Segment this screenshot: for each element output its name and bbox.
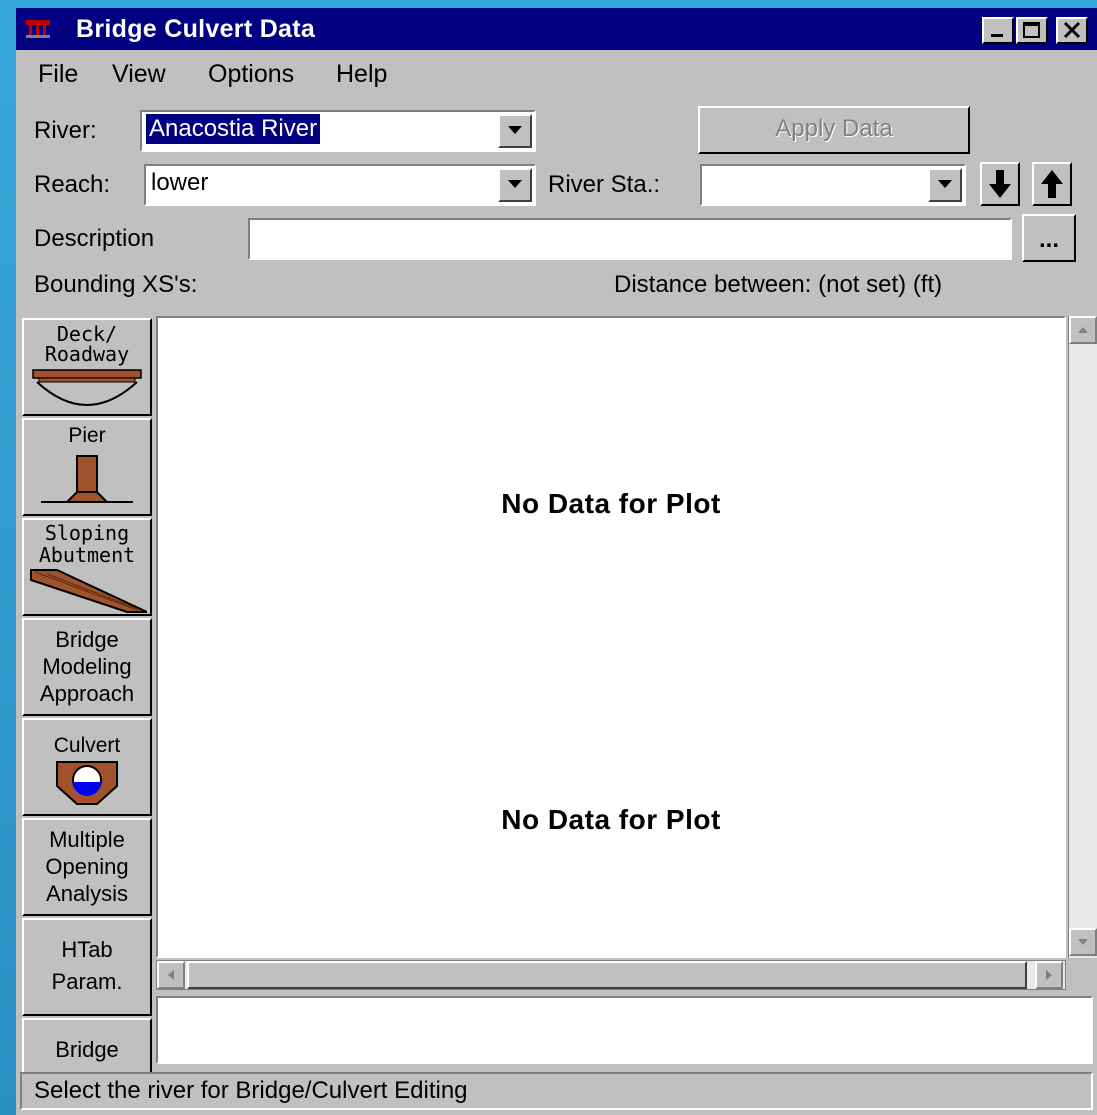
river-sta-dropdown-button[interactable] — [928, 168, 962, 202]
downstream-plot-message: No Data for Plot — [501, 804, 721, 835]
deck-roadway-icon — [32, 369, 142, 406]
culvert-icon — [56, 761, 118, 805]
status-text: Select the river for Bridge/Culvert Edit… — [34, 1077, 468, 1104]
bridge-design-button[interactable]: Bridge — [22, 1018, 152, 1078]
scroll-left-arrow-icon — [168, 970, 174, 980]
message-box[interactable] — [156, 996, 1093, 1064]
bridge-app-icon[interactable] — [26, 18, 50, 40]
htab-param-button[interactable]: HTab Param. — [22, 918, 152, 1016]
next-station-up-button[interactable] — [1032, 162, 1072, 206]
menu-options[interactable]: Options — [208, 54, 294, 94]
scroll-down-arrow-icon — [1078, 939, 1088, 945]
culvert-button[interactable]: Culvert — [22, 718, 152, 816]
close-icon — [1063, 21, 1081, 39]
vertical-scrollbar[interactable] — [1068, 316, 1097, 958]
deck-roadway-label: Deck/ Roadway — [44, 322, 130, 366]
plot-area[interactable]: No Data for Plot No Data for Plot — [156, 316, 1066, 958]
river-label: River: — [34, 117, 97, 144]
htab-param-label: HTab Param. — [51, 937, 123, 994]
reach-label: Reach: — [34, 171, 111, 198]
river-sta-label: River Sta.: — [548, 171, 661, 198]
arrow-up-icon — [1041, 170, 1063, 198]
sloping-abutment-label: Sloping Abutment — [38, 521, 136, 567]
sloping-abutment-button[interactable]: Sloping Abutment — [22, 518, 152, 616]
bridge-modeling-approach-button[interactable]: Bridge Modeling Approach — [22, 618, 152, 716]
title-bar[interactable]: Bridge Culvert Data — [16, 8, 1097, 50]
description-label: Description — [34, 225, 155, 252]
upstream-plot-message: No Data for Plot — [501, 488, 721, 519]
multiple-opening-analysis-button[interactable]: Multiple Opening Analysis — [22, 818, 152, 916]
reach-value: lower — [151, 169, 209, 196]
river-sta-combobox[interactable] — [700, 164, 966, 206]
chevron-down-icon — [508, 126, 522, 134]
river-value: Anacostia River — [144, 113, 322, 145]
multiple-opening-analysis-label: Multiple Opening Analysis — [45, 827, 129, 906]
description-field[interactable] — [248, 218, 1012, 260]
scroll-down-button[interactable] — [1069, 928, 1097, 956]
minimize-button[interactable] — [982, 17, 1014, 44]
chevron-down-icon — [938, 180, 952, 188]
next-station-down-button[interactable] — [980, 162, 1020, 206]
menu-view[interactable]: View — [112, 54, 166, 94]
scroll-up-button[interactable] — [1069, 316, 1097, 344]
window-title: Bridge Culvert Data — [76, 15, 316, 43]
pier-icon — [41, 455, 133, 503]
bridge-design-label: Bridge — [55, 1037, 119, 1062]
deck-roadway-button[interactable]: Deck/ Roadway — [22, 318, 152, 416]
pier-label: Pier — [68, 424, 106, 447]
distance-between-label: Distance between: (not set) (ft) — [614, 271, 943, 298]
maximize-icon — [1023, 22, 1040, 38]
scroll-left-button[interactable] — [157, 961, 185, 989]
horizontal-scrollbar[interactable] — [156, 960, 1066, 990]
river-combobox[interactable]: Anacostia River — [140, 110, 536, 152]
bridge-modeling-approach-label: Bridge Modeling Approach — [39, 627, 135, 706]
bridge-culvert-window: Bridge Culvert Data File View Options He… — [16, 8, 1097, 1115]
reach-dropdown-button[interactable] — [498, 168, 532, 202]
arrow-down-icon — [989, 170, 1011, 198]
scroll-right-button[interactable] — [1035, 961, 1063, 989]
minimize-icon — [991, 34, 1003, 37]
close-button[interactable] — [1056, 17, 1088, 44]
status-bar: Select the river for Bridge/Culvert Edit… — [20, 1072, 1093, 1110]
horizontal-scroll-thumb[interactable] — [187, 961, 1027, 989]
river-dropdown-button[interactable] — [498, 114, 532, 148]
culvert-label: Culvert — [53, 734, 121, 757]
apply-data-button[interactable]: Apply Data — [698, 106, 970, 154]
menu-file[interactable]: File — [38, 54, 78, 94]
bounding-xs-label: Bounding XS's: — [34, 271, 198, 298]
sloping-abutment-icon — [30, 569, 147, 613]
scroll-right-arrow-icon — [1046, 970, 1052, 980]
pier-button[interactable]: Pier — [22, 418, 152, 516]
maximize-button[interactable] — [1016, 17, 1048, 44]
scroll-up-arrow-icon — [1078, 327, 1088, 333]
chevron-down-icon — [508, 180, 522, 188]
reach-combobox[interactable]: lower — [144, 164, 536, 206]
description-browse-button[interactable]: ... — [1022, 214, 1076, 262]
menu-help[interactable]: Help — [336, 54, 387, 94]
